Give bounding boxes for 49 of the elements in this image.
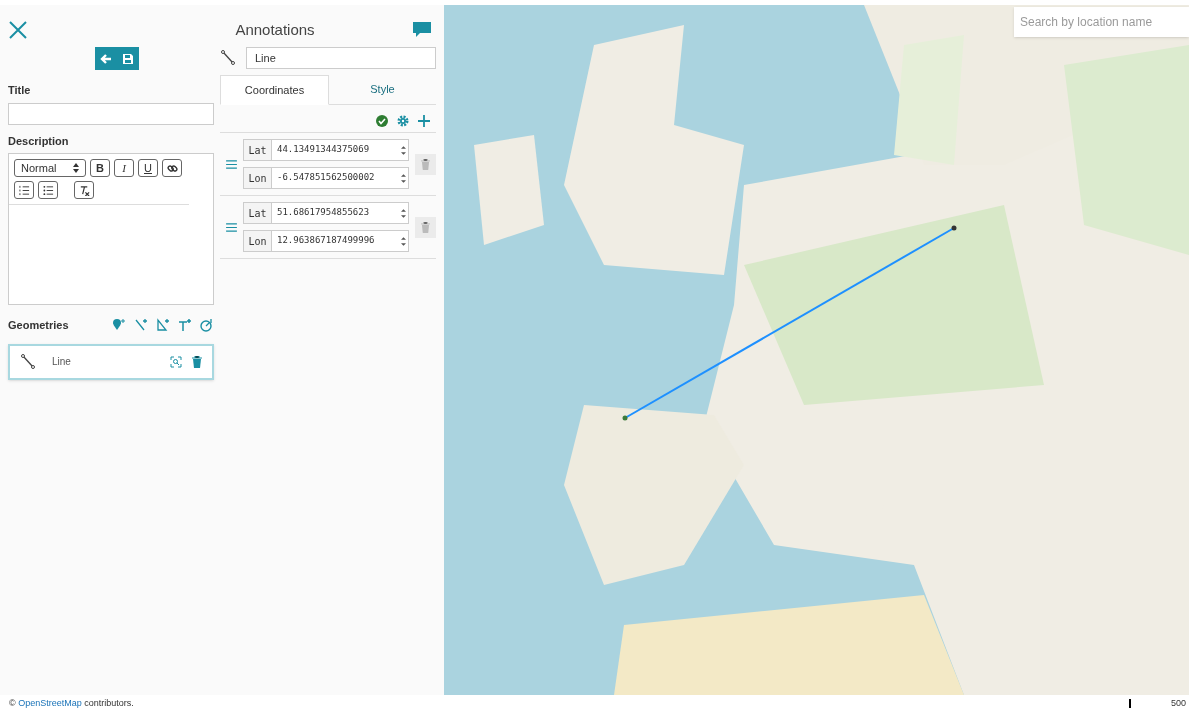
line-icon [20,353,36,370]
comment-icon[interactable] [412,21,432,39]
attribution-text: © OpenStreetMap contributors. [9,696,134,710]
geometry-name-input[interactable]: Line [246,47,436,69]
geometry-item[interactable]: Line [8,343,214,380]
delete-icon[interactable] [192,355,202,368]
add-polygon-icon[interactable] [156,318,170,333]
bold-button[interactable]: B [90,159,110,177]
add-text-icon[interactable] [178,318,192,333]
clear-format-icon [78,184,90,196]
title-label: Title [8,83,32,98]
add-line-icon[interactable] [134,318,148,333]
italic-button[interactable]: I [114,159,134,177]
scale-bar [1128,699,1131,708]
tab[interactable]: Style [329,75,436,104]
geometries-label: Geometries [8,318,69,333]
link-icon [166,162,178,174]
title-input[interactable] [8,102,214,125]
delete-button[interactable] [415,216,436,238]
bullet-list-icon [42,184,54,196]
delete-button[interactable] [415,153,436,175]
caret-icon [73,163,79,173]
close-button[interactable] [8,20,28,40]
bullet-list-button[interactable] [38,181,58,199]
settings-icon[interactable] [397,115,409,127]
underline-button[interactable]: U [138,159,158,177]
numbered-list-icon [18,184,30,196]
geometry-name: Line [52,355,72,369]
drag-handle-icon[interactable] [226,159,237,169]
line-icon [220,50,236,66]
trash-icon [421,158,430,170]
add-circle-icon[interactable] [200,318,214,333]
format-select[interactable]: Normal [14,159,86,177]
clear-format-button[interactable] [74,181,94,199]
description-label: Description [8,133,70,149]
search-field[interactable]: Search by location name [1014,7,1189,37]
back-arrow-icon [100,52,112,65]
zoom-to-icon[interactable] [170,355,182,368]
drag-handle-icon[interactable] [226,222,237,232]
link-button[interactable] [162,159,182,177]
trash-icon [421,221,430,233]
tab[interactable]: Coordinates [220,75,329,105]
scale-label: 500 [1170,696,1186,710]
check-icon[interactable] [376,115,388,127]
ordered-list-button[interactable] [14,181,34,199]
add-icon[interactable] [418,115,430,127]
attribution-link[interactable]: OpenStreetMap [18,697,82,708]
panel-title: Annotations [235,19,315,40]
rich-text-editor[interactable]: Normal B I U [8,153,214,305]
